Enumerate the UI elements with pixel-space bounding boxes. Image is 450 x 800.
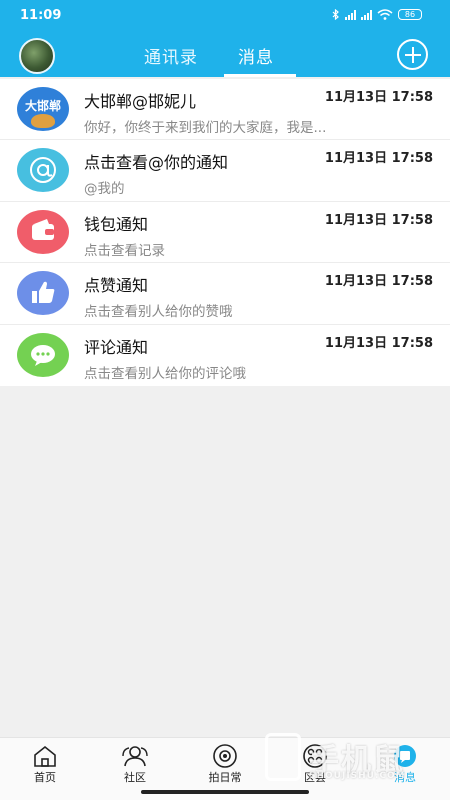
- wallet-icon: [17, 209, 69, 254]
- nav-community-label: 社区: [124, 771, 146, 784]
- list-item[interactable]: 钱包通知 点击查看记录 11月13日 17:58: [0, 202, 450, 264]
- signal-icon: [345, 9, 356, 20]
- wifi-icon: [377, 9, 393, 20]
- message-title: 大邯郸@邯妮儿: [84, 92, 197, 111]
- signal-icon-2: [361, 9, 372, 20]
- watermark: 手机鼠 SHOUJISHU.COM: [265, 733, 440, 788]
- at-icon: [17, 148, 69, 193]
- watermark-logo-icon: [265, 733, 301, 781]
- message-preview: 点击查看别人给你的赞哦: [84, 304, 233, 321]
- battery-indicator: 86: [398, 9, 422, 20]
- status-bar: 11:09 86: [0, 0, 450, 32]
- app-logo-text: 大邯郸: [24, 99, 61, 113]
- message-preview: 点击查看别人给你的评论哦: [84, 365, 246, 382]
- message-preview: 点击查看记录: [84, 242, 165, 259]
- user-avatar[interactable]: [19, 38, 55, 74]
- camera-icon: [213, 744, 237, 768]
- message-list: 大邯郸 大邯郸@邯妮儿 你好，你终于来到我们的大家庭，我是... 11月13日 …: [0, 79, 450, 386]
- watermark-subtext: SHOUJISHU.COM: [309, 771, 406, 781]
- message-date: 11月13日 17:58: [324, 335, 433, 351]
- list-item[interactable]: 点赞通知 点击查看别人给你的赞哦 11月13日 17:58: [0, 263, 450, 325]
- bluetooth-icon: [332, 9, 339, 20]
- thumbs-up-icon: [17, 271, 69, 316]
- active-tab-indicator: [224, 74, 296, 77]
- list-item[interactable]: 大邯郸 大邯郸@邯妮儿 你好，你终于来到我们的大家庭，我是... 11月13日 …: [0, 79, 450, 141]
- nav-home-label: 首页: [34, 771, 56, 784]
- message-date: 11月13日 17:58: [324, 151, 433, 167]
- comment-icon: [17, 332, 69, 377]
- message-title: 钱包通知: [84, 214, 149, 234]
- home-icon: [34, 745, 56, 767]
- message-date: 11月13日 17:58: [324, 90, 433, 105]
- list-item[interactable]: 点击查看@你的通知 @我的 11月13日 17:58: [0, 140, 450, 202]
- tab-messages[interactable]: 消息: [238, 43, 274, 68]
- message-date: 11月13日 17:58: [324, 274, 433, 290]
- nav-camera-label: 拍日常: [208, 771, 242, 784]
- list-item[interactable]: 评论通知 点击查看别人给你的评论哦 11月13日 17:58: [0, 325, 450, 386]
- home-indicator: [141, 790, 309, 794]
- message-title: 点赞通知: [84, 276, 149, 296]
- message-preview: @我的: [84, 181, 125, 198]
- message-preview: 你好，你终于来到我们的大家庭，我是...: [84, 120, 327, 136]
- status-icons: 86: [332, 9, 422, 20]
- app-logo-icon: 大邯郸: [17, 87, 69, 131]
- message-date: 11月13日 17:58: [324, 212, 433, 228]
- message-title: 点击查看@你的通知: [84, 153, 229, 173]
- mascot-graphic: [31, 114, 55, 128]
- plus-circle-icon[interactable]: [397, 39, 428, 70]
- tab-contacts[interactable]: 通讯录: [144, 43, 198, 68]
- message-title: 评论通知: [84, 337, 149, 357]
- nav-home[interactable]: 首页: [0, 738, 90, 800]
- app-header: 11:09 86 通讯录 消息: [0, 0, 450, 77]
- community-icon: [122, 746, 148, 767]
- status-time: 11:09: [20, 8, 62, 23]
